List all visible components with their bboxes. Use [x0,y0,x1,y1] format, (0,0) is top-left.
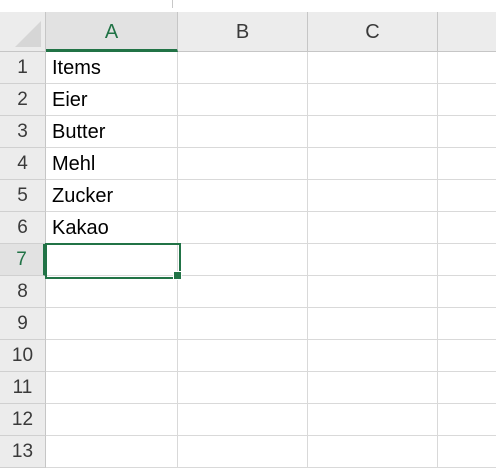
cell-c4[interactable] [308,148,438,180]
cell-d11[interactable] [438,372,496,404]
cell-a10[interactable] [46,340,178,372]
cell-b12[interactable] [178,404,308,436]
cell-d6[interactable] [438,212,496,244]
cell-a5[interactable]: Zucker [46,180,178,212]
cell-b7[interactable] [178,244,308,276]
column-header-a[interactable]: A [46,12,178,52]
column-header-b[interactable]: B [178,12,308,52]
row-header-11[interactable]: 11 [0,372,46,404]
cell-d13[interactable] [438,436,496,468]
row-header-3[interactable]: 3 [0,116,46,148]
cell-b8[interactable] [178,276,308,308]
cell-a7[interactable] [46,244,178,276]
cell-b6[interactable] [178,212,308,244]
cell-a3[interactable]: Butter [46,116,178,148]
column-header-d-partial[interactable] [438,12,496,52]
cell-d8[interactable] [438,276,496,308]
row-header-4[interactable]: 4 [0,148,46,180]
cell-d4[interactable] [438,148,496,180]
cell-c9[interactable] [308,308,438,340]
cell-c12[interactable] [308,404,438,436]
cell-c11[interactable] [308,372,438,404]
fill-handle[interactable] [173,271,182,280]
cell-c7[interactable] [308,244,438,276]
toolbar-divider [172,0,173,8]
cell-a6[interactable]: Kakao [46,212,178,244]
cell-b11[interactable] [178,372,308,404]
cell-d2[interactable] [438,84,496,116]
row-header-2[interactable]: 2 [0,84,46,116]
cell-b3[interactable] [178,116,308,148]
cell-a2[interactable]: Eier [46,84,178,116]
row-header-12[interactable]: 12 [0,404,46,436]
row-header-5[interactable]: 5 [0,180,46,212]
cell-a13[interactable] [46,436,178,468]
cell-d9[interactable] [438,308,496,340]
cell-b4[interactable] [178,148,308,180]
cell-d7[interactable] [438,244,496,276]
cell-c8[interactable] [308,276,438,308]
cell-a9[interactable] [46,308,178,340]
spreadsheet-grid: A B C 1 2 3 4 5 6 7 8 9 10 11 12 13 Item… [0,0,496,474]
row-header-9[interactable]: 9 [0,308,46,340]
cell-b10[interactable] [178,340,308,372]
cell-b1[interactable] [178,52,308,84]
row-header-8[interactable]: 8 [0,276,46,308]
cell-a1[interactable]: Items [46,52,178,84]
cell-c13[interactable] [308,436,438,468]
cell-a8[interactable] [46,276,178,308]
cell-a12[interactable] [46,404,178,436]
cell-b13[interactable] [178,436,308,468]
select-all-corner[interactable] [0,12,46,52]
cell-c10[interactable] [308,340,438,372]
row-header-1[interactable]: 1 [0,52,46,84]
row-header-10[interactable]: 10 [0,340,46,372]
cell-d5[interactable] [438,180,496,212]
cell-c1[interactable] [308,52,438,84]
column-header-c[interactable]: C [308,12,438,52]
cell-c6[interactable] [308,212,438,244]
row-header-13[interactable]: 13 [0,436,46,468]
cell-d3[interactable] [438,116,496,148]
cell-b2[interactable] [178,84,308,116]
cell-c5[interactable] [308,180,438,212]
cell-d10[interactable] [438,340,496,372]
cell-d1[interactable] [438,52,496,84]
cell-a4[interactable]: Mehl [46,148,178,180]
toolbar-edge [0,0,496,12]
cell-b5[interactable] [178,180,308,212]
select-all-triangle-icon [15,21,41,47]
cell-d12[interactable] [438,404,496,436]
row-header-6[interactable]: 6 [0,212,46,244]
cell-a11[interactable] [46,372,178,404]
row-header-7[interactable]: 7 [0,244,46,276]
cell-c2[interactable] [308,84,438,116]
cell-c3[interactable] [308,116,438,148]
cell-b9[interactable] [178,308,308,340]
